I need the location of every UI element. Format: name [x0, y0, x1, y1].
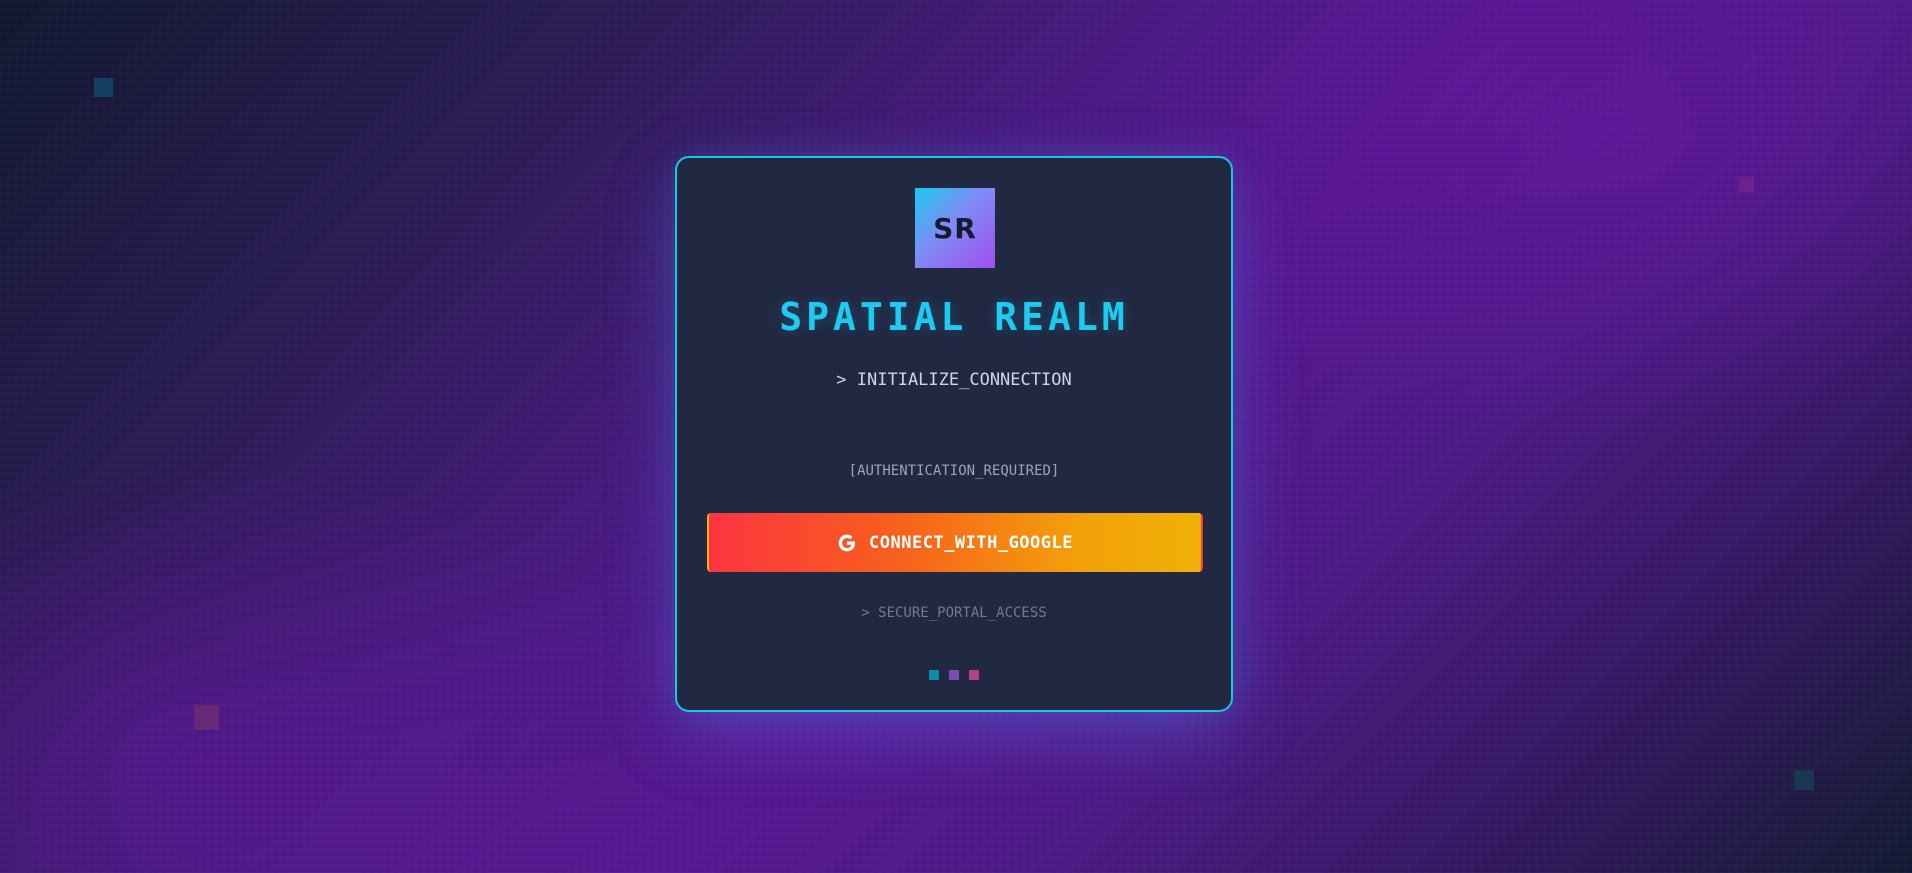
indicator-dot: [949, 670, 959, 680]
decorative-square: [194, 705, 219, 730]
app-title: SPATIAL REALM: [779, 295, 1129, 339]
decorative-square: [1794, 770, 1814, 790]
indicator-dot: [929, 670, 939, 680]
decorative-square: [1739, 177, 1754, 192]
auth-status-label: [AUTHENTICATION_REQUIRED]: [848, 463, 1060, 479]
app-logo: SR: [915, 188, 995, 268]
status-indicators: [677, 670, 1231, 680]
indicator-dot: [969, 670, 979, 680]
google-g-icon: [837, 533, 857, 553]
decorative-square: [94, 78, 113, 97]
app-subtitle: > INITIALIZE_CONNECTION: [836, 370, 1072, 390]
login-card: SR SPATIAL REALM > INITIALIZE_CONNECTION…: [675, 156, 1233, 712]
connect-with-google-button[interactable]: CONNECT_WITH_GOOGLE: [707, 513, 1203, 572]
connect-with-google-label: CONNECT_WITH_GOOGLE: [869, 532, 1073, 553]
secure-portal-note: > SECURE_PORTAL_ACCESS: [861, 605, 1047, 621]
